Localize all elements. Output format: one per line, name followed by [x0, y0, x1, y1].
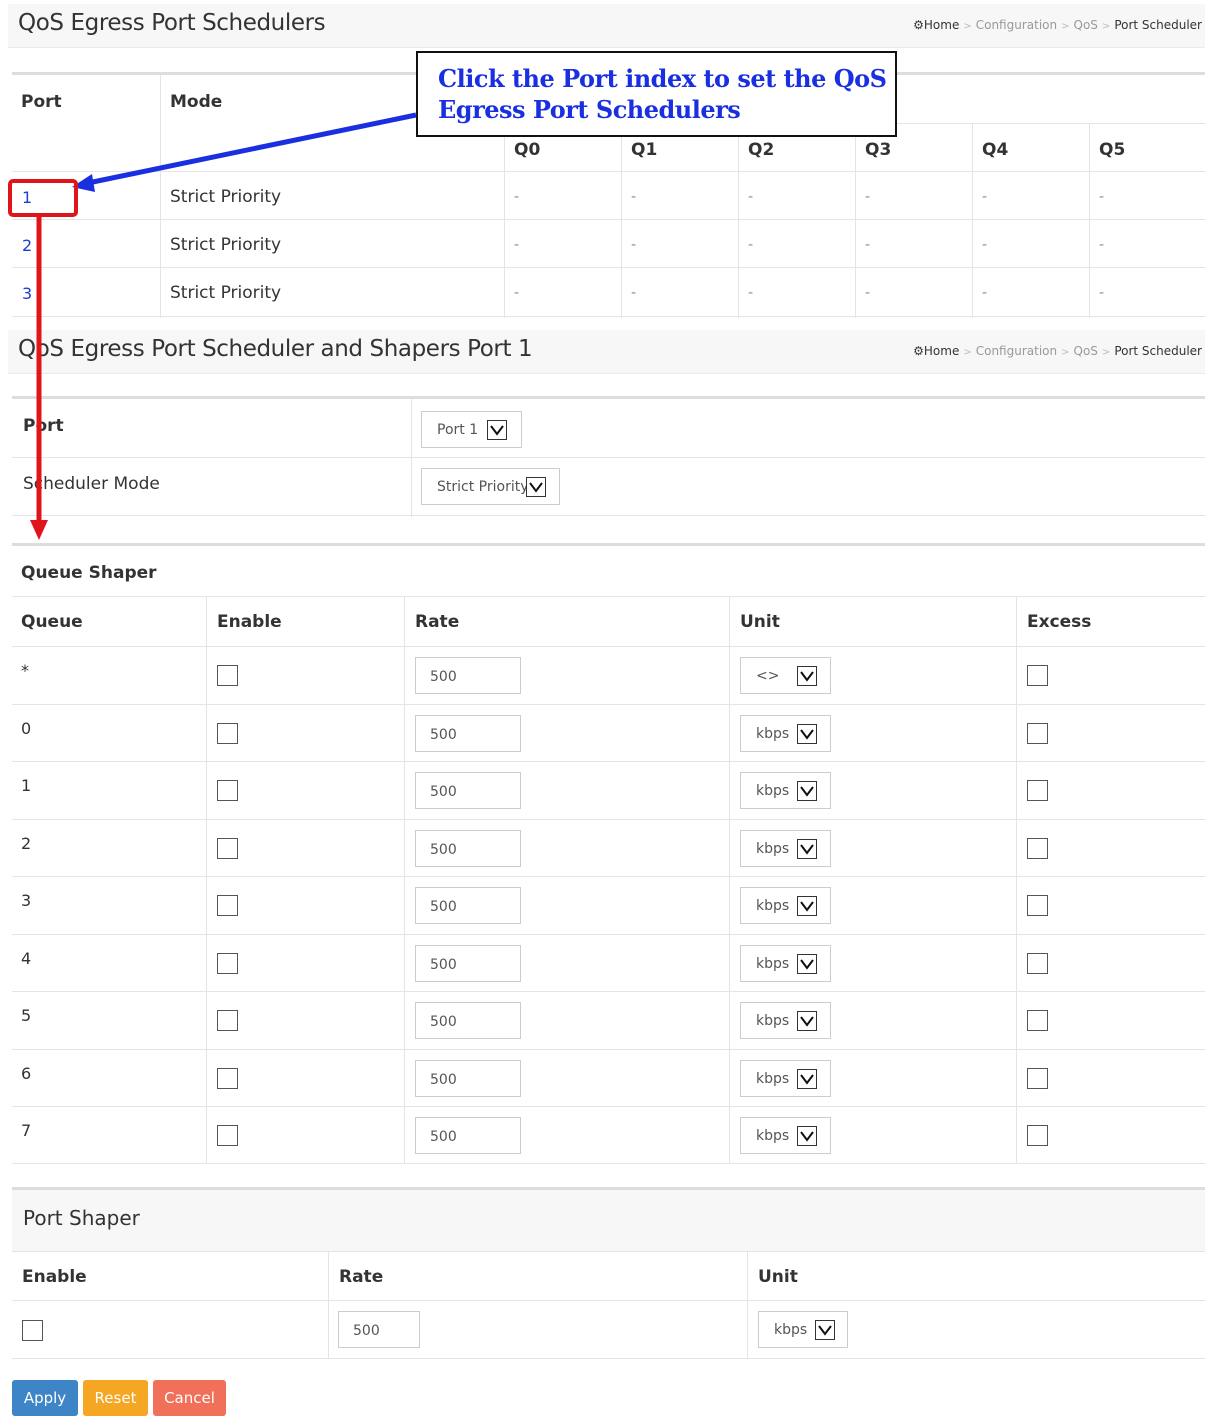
queue-enable-checkbox[interactable]	[217, 1125, 238, 1146]
queue-rate-input[interactable]: 500	[415, 830, 521, 867]
col-header-excess: Excess	[1027, 612, 1092, 632]
apply-button[interactable]: Apply	[12, 1380, 78, 1416]
queue-unit-select[interactable]: kbps	[740, 887, 831, 924]
queue-index: 3	[21, 891, 32, 910]
queue-unit-value: kbps	[756, 841, 790, 857]
queue-unit-value: kbps	[756, 1071, 790, 1087]
queue-excess-checkbox[interactable]	[1027, 953, 1048, 974]
queue-unit-select[interactable]: kbps	[740, 1117, 831, 1154]
queue-rate-input[interactable]: 500	[415, 772, 521, 809]
queue-index: 0	[21, 719, 32, 738]
queue-shaper-table: Queue Shaper Queue Enable Rate Unit Exce…	[12, 543, 1205, 1164]
queue-unit-select[interactable]: kbps	[740, 830, 831, 867]
queue-index: 5	[21, 1006, 32, 1025]
queue-rate-input[interactable]: 500	[415, 1117, 521, 1154]
queue-rate-input[interactable]: 500	[415, 657, 521, 694]
col-header-rate: Rate	[415, 612, 460, 632]
queue-enable-checkbox[interactable]	[217, 953, 238, 974]
queue-unit-value: <>	[756, 668, 780, 684]
chevron-down-icon	[797, 1069, 817, 1089]
queue-unit-select[interactable]: <>	[740, 657, 831, 694]
reset-button[interactable]: Reset	[83, 1380, 148, 1416]
blue-arrow-line	[87, 112, 417, 186]
annotation-arrows	[8, 112, 417, 540]
col-header-rate: Rate	[339, 1267, 384, 1287]
cancel-button[interactable]: Cancel	[153, 1380, 226, 1416]
chevron-down-icon	[797, 1126, 817, 1146]
port-shaper-table: Port Shaper Enable Rate Unit 500 kbps	[12, 1187, 1205, 1359]
queue-shaper-title: Queue Shaper	[21, 563, 157, 583]
queue-rate-input[interactable]: 500	[415, 715, 521, 752]
port-shaper-rate-input[interactable]: 500	[338, 1311, 420, 1348]
chevron-down-icon	[797, 1011, 817, 1031]
queue-index: 7	[21, 1121, 32, 1140]
port-shaper-unit-value: kbps	[774, 1322, 808, 1338]
chevron-down-icon	[797, 724, 817, 744]
col-header-unit: Unit	[758, 1267, 798, 1287]
queue-excess-checkbox[interactable]	[1027, 1125, 1048, 1146]
chevron-down-icon	[815, 1320, 835, 1340]
port-shaper-title: Port Shaper	[23, 1206, 140, 1230]
red-arrow-head	[30, 520, 48, 540]
queue-unit-value: kbps	[756, 726, 790, 742]
highlight-box	[8, 179, 78, 217]
chevron-down-icon	[797, 896, 817, 916]
queue-excess-checkbox[interactable]	[1027, 1010, 1048, 1031]
queue-unit-select[interactable]: kbps	[740, 1060, 831, 1097]
queue-excess-checkbox[interactable]	[1027, 1068, 1048, 1089]
port-shaper-unit-select[interactable]: kbps	[758, 1311, 848, 1348]
queue-index: 2	[21, 834, 32, 853]
queue-unit-value: kbps	[756, 898, 790, 914]
col-header-unit: Unit	[740, 612, 780, 632]
queue-excess-checkbox[interactable]	[1027, 838, 1048, 859]
queue-enable-checkbox[interactable]	[217, 780, 238, 801]
queue-enable-checkbox[interactable]	[217, 723, 238, 744]
queue-enable-checkbox[interactable]	[217, 895, 238, 916]
queue-unit-value: kbps	[756, 783, 790, 799]
chevron-down-icon	[797, 839, 817, 859]
queue-rate-input[interactable]: 500	[415, 1002, 521, 1039]
queue-unit-select[interactable]: kbps	[740, 1002, 831, 1039]
queue-unit-select[interactable]: kbps	[740, 945, 831, 982]
queue-unit-select[interactable]: kbps	[740, 772, 831, 809]
queue-enable-checkbox[interactable]	[217, 1010, 238, 1031]
queue-excess-checkbox[interactable]	[1027, 723, 1048, 744]
queue-unit-value: kbps	[756, 956, 790, 972]
queue-unit-value: kbps	[756, 1128, 790, 1144]
queue-index: 6	[21, 1064, 32, 1083]
queue-excess-checkbox[interactable]	[1027, 780, 1048, 801]
chevron-down-icon	[797, 954, 817, 974]
queue-rate-input[interactable]: 500	[415, 1060, 521, 1097]
col-header-enable: Enable	[22, 1267, 87, 1287]
queue-enable-checkbox[interactable]	[217, 1068, 238, 1089]
queue-rate-input[interactable]: 500	[415, 887, 521, 924]
queue-unit-select[interactable]: kbps	[740, 715, 831, 752]
queue-index: *	[21, 661, 29, 680]
chevron-down-icon	[797, 666, 817, 686]
queue-excess-checkbox[interactable]	[1027, 665, 1048, 686]
queue-excess-checkbox[interactable]	[1027, 895, 1048, 916]
port-shaper-enable-checkbox[interactable]	[22, 1320, 43, 1341]
queue-index: 4	[21, 949, 32, 968]
queue-unit-value: kbps	[756, 1013, 790, 1029]
queue-enable-checkbox[interactable]	[217, 838, 238, 859]
col-header-queue: Queue	[21, 612, 83, 632]
queue-enable-checkbox[interactable]	[217, 665, 238, 686]
chevron-down-icon	[797, 781, 817, 801]
queue-index: 1	[21, 776, 32, 795]
queue-rate-input[interactable]: 500	[415, 945, 521, 982]
col-header-enable: Enable	[217, 612, 282, 632]
